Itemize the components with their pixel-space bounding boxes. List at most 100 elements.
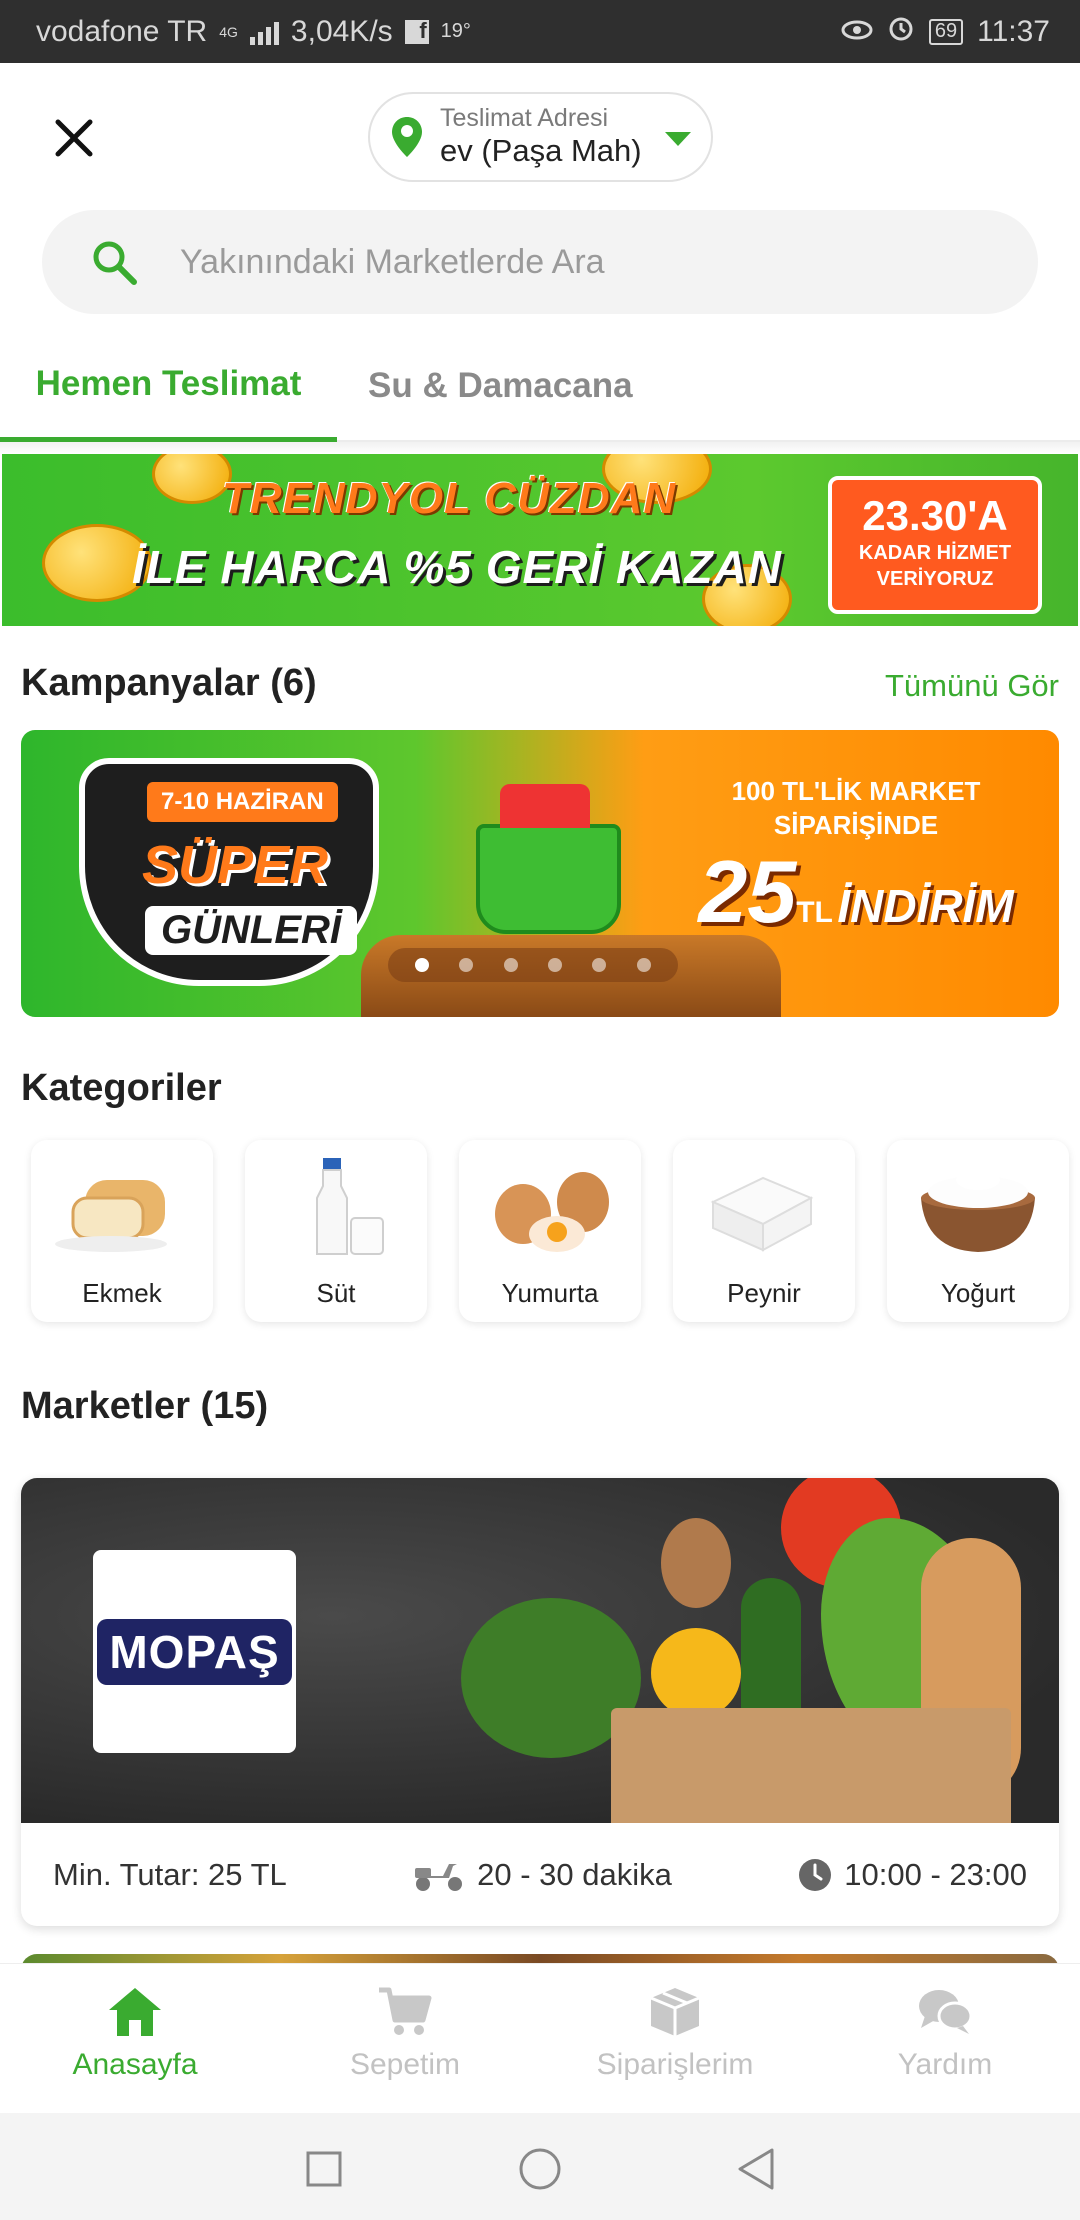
carousel-dot[interactable]: [503, 958, 518, 972]
wallet-line-1: TRENDYOL CÜZDAN: [222, 474, 677, 523]
carrier-name: vodafone TR: [36, 14, 208, 48]
facebook-notification-icon: f: [404, 18, 429, 44]
category-ekmek[interactable]: Ekmek: [31, 1140, 213, 1322]
delivery-time-value: 20 - 30 dakika: [477, 1856, 672, 1892]
working-hours-value: 10:00 - 23:00: [844, 1856, 1027, 1892]
market-delivery-time: 20 - 30 dakika: [413, 1857, 672, 1893]
coin-decoration: [152, 454, 232, 504]
back-system-button[interactable]: [734, 2147, 778, 2191]
mushroom-decoration: [661, 1518, 731, 1608]
see-all-campaigns-link[interactable]: Tümünü Gör: [885, 668, 1059, 704]
category-yumurta[interactable]: Yumurta: [459, 1140, 641, 1322]
nav-anasayfa[interactable]: Anasayfa: [0, 1964, 270, 2113]
bread-icon: [55, 1180, 167, 1252]
category-label: Yoğurt: [940, 1278, 1016, 1308]
promo-line-2: SİPARİŞİNDE: [773, 810, 939, 840]
market-logo: MOPAŞ: [93, 1550, 296, 1753]
super-sepet-badge: 7-10 HAZİRAN SÜPER SEPET GÜNLERİ: [79, 758, 379, 986]
market-card[interactable]: MOPAŞ Min. Tutar: 25 TL 20 - 30 dakika 1…: [21, 1478, 1059, 1926]
bottom-navigation: Anasayfa Sepetim Siparişlerim Yardım: [0, 1963, 1080, 2113]
address-value: ev (Paşa Mah): [440, 133, 642, 168]
network-type: 4G: [219, 23, 238, 40]
carousel-dot[interactable]: [548, 958, 563, 972]
wallet-line-2: İLE HARCA %5 GERİ KAZAN: [132, 541, 782, 593]
square-icon: [306, 2151, 342, 2187]
promo-word: İNDİRİM: [837, 880, 1014, 932]
category-yogurt[interactable]: Yoğurt: [887, 1140, 1069, 1322]
search-input[interactable]: [180, 242, 980, 282]
home-icon: [109, 1988, 161, 2036]
carousel-dot[interactable]: [592, 958, 607, 972]
delivery-address-selector[interactable]: Teslimat Adresi ev (Paşa Mah): [368, 92, 713, 182]
tab-hemen-teslimat[interactable]: Hemen Teslimat: [0, 330, 337, 442]
close-button[interactable]: [48, 112, 100, 164]
markets-title: Marketler (15): [21, 1385, 269, 1427]
search-bar[interactable]: [42, 210, 1038, 314]
location-pin-icon: [392, 117, 422, 157]
service-hours-line-2: VERİYORUZ: [876, 568, 994, 590]
battery-icon: 69: [928, 18, 964, 45]
egg-icon: [495, 1172, 609, 1252]
category-sut[interactable]: Süt: [245, 1140, 427, 1322]
package-icon: [650, 1988, 700, 2036]
paper-bag-decoration: [611, 1708, 1011, 1823]
nav-sepetim[interactable]: Sepetim: [270, 1964, 540, 2113]
carousel-dot[interactable]: [459, 958, 474, 972]
promo-line-1: 100 TL'LİK MARKET: [731, 776, 981, 806]
promo-amount: 25: [698, 842, 797, 941]
category-label: Süt: [316, 1278, 356, 1308]
delivery-tabs: Hemen Teslimat Su & Damacana: [0, 330, 1080, 442]
nav-label: Siparişlerim: [596, 2048, 754, 2081]
category-peynir[interactable]: Peynir: [673, 1140, 855, 1322]
clock-icon: [799, 1858, 832, 1891]
categories-title: Kategoriler: [21, 1067, 222, 1109]
promo-unit: TL: [796, 896, 833, 929]
nav-label: Yardım: [897, 2048, 993, 2081]
tabs-divider: [0, 442, 1080, 454]
chat-icon: [919, 1990, 973, 2034]
tab-su-damacana[interactable]: Su & Damacana: [368, 330, 633, 442]
carousel-dot[interactable]: [415, 958, 430, 972]
status-bar: vodafone TR 4G 3,04K/s f 19° 69 11:37: [0, 0, 1080, 63]
market-name: MOPAŞ: [97, 1618, 292, 1685]
back-triangle-icon: [738, 2148, 774, 2190]
service-hours-time: 23.30'A: [862, 492, 1008, 539]
campaigns-title: Kampanyalar (6): [21, 662, 317, 704]
nav-yardim[interactable]: Yardım: [810, 1964, 1080, 2113]
category-label: Yumurta: [501, 1278, 599, 1308]
market-info-row: Min. Tutar: 25 TL 20 - 30 dakika 10:00 -…: [21, 1823, 1059, 1926]
close-icon: [55, 119, 93, 157]
home-system-button[interactable]: [518, 2147, 562, 2191]
service-hours-line-1: KADAR HİZMET: [858, 542, 1012, 564]
nav-label: Sepetim: [349, 2048, 461, 2081]
yogurt-icon: [921, 1170, 1035, 1252]
cart-icon: [379, 1987, 432, 2035]
campaign-dates: 7-10 HAZİRAN: [147, 782, 338, 822]
temperature: 19°: [440, 20, 471, 42]
service-hours-badge: 23.30'A KADAR HİZMET VERİYORUZ: [828, 476, 1042, 614]
recent-apps-button[interactable]: [302, 2147, 346, 2191]
carousel-dot[interactable]: [636, 958, 651, 972]
nav-siparislerim[interactable]: Siparişlerim: [540, 1964, 810, 2113]
cheese-icon: [710, 1176, 814, 1252]
wallet-promo-banner[interactable]: TRENDYOL CÜZDAN İLE HARCA %5 GERİ KAZAN …: [2, 454, 1078, 626]
campaign-subheadline: GÜNLERİ: [145, 906, 357, 955]
campaign-promo-text: 100 TL'LİK MARKET SİPARİŞİNDE 25TL İNDİR…: [671, 774, 1041, 942]
circle-icon: [519, 2148, 561, 2190]
lemon-decoration: [651, 1628, 741, 1718]
category-label: Ekmek: [82, 1278, 162, 1308]
alarm-icon: [887, 14, 915, 50]
market-cover-image: MOPAŞ: [21, 1478, 1059, 1823]
market-min-amount: Min. Tutar: 25 TL: [53, 1856, 287, 1892]
milk-icon: [316, 1158, 384, 1255]
search-icon: [93, 241, 137, 285]
nav-label: Anasayfa: [72, 2048, 198, 2081]
signal-icon: [249, 19, 279, 45]
chevron-down-icon: [665, 132, 691, 146]
eye-icon: [841, 15, 873, 49]
market-working-hours: 10:00 - 23:00: [798, 1857, 1027, 1893]
category-label: Peynir: [727, 1278, 801, 1308]
address-label: Teslimat Adresi: [440, 104, 609, 132]
shopping-basket-image: [476, 784, 621, 934]
clock: 11:37: [977, 14, 1050, 48]
